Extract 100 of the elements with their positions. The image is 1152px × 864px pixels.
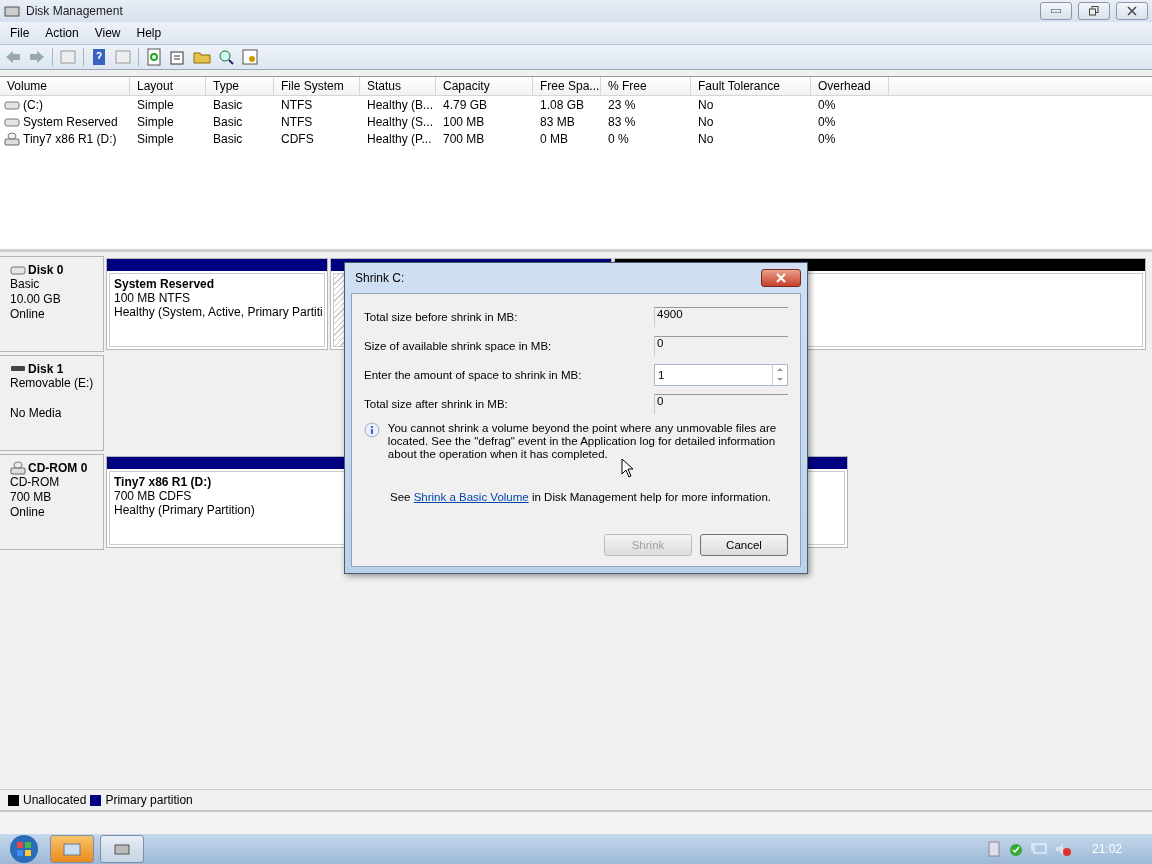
table-cell: No (698, 97, 714, 112)
disk-info: Removable (E:) (10, 376, 94, 391)
table-cell: Tiny7 x86 R1 (D:) (23, 131, 117, 146)
table-cell: Simple (137, 114, 174, 129)
spin-up-icon[interactable] (777, 368, 783, 371)
table-cell: 0% (818, 97, 836, 112)
disk-info: CD-ROM (10, 475, 60, 490)
column-header[interactable]: File System (274, 77, 360, 95)
help-icon[interactable] (90, 48, 108, 66)
table-cell: Basic (213, 131, 243, 146)
partition-info: Healthy (Primary Partition) (114, 503, 255, 517)
table-cell: 4.79 GB (443, 97, 488, 112)
removable-drive-icon (10, 365, 26, 373)
disk-name: Disk 1 (28, 362, 64, 376)
partition-info: 700 MB CDFS (114, 489, 192, 503)
help-link[interactable]: Shrink a Basic Volume (413, 491, 529, 503)
mouse-cursor-icon (621, 458, 635, 478)
column-header[interactable]: Overhead (811, 77, 889, 95)
column-header[interactable]: Layout (130, 77, 206, 95)
partition-title: System Reserved (114, 277, 215, 291)
partition-title: Tiny7 x86 R1 (D:) (114, 475, 212, 489)
column-header[interactable]: Status (360, 77, 436, 95)
properties-icon[interactable] (169, 48, 187, 66)
close-icon (775, 273, 787, 283)
table-cell: No (698, 114, 714, 129)
field-label: Size of available shrink space in MB: (364, 339, 552, 352)
column-header[interactable]: Capacity (436, 77, 533, 95)
spin-down-icon[interactable] (777, 378, 783, 381)
spinner-field[interactable]: 1 (654, 363, 788, 386)
taskbar-button[interactable] (50, 835, 94, 863)
column-header[interactable]: % Free (601, 77, 691, 95)
info-icon (364, 422, 380, 438)
column-header[interactable]: Volume (0, 77, 130, 95)
close-button[interactable] (761, 269, 801, 287)
disk-status: No Media (10, 406, 62, 421)
disk-name: CD-ROM 0 (28, 461, 88, 475)
menu-item[interactable]: File (4, 24, 36, 42)
table-cell: 83 MB (540, 114, 575, 129)
table-cell: Basic (213, 97, 243, 112)
partition-block[interactable]: System Reserved 100 MB NTFS Healthy (System, Active, Primary Partiti (106, 258, 328, 350)
disk-info: 10.00 GB (10, 292, 61, 307)
table-cell: No (698, 131, 714, 146)
search-icon[interactable] (217, 48, 235, 66)
table-cell: Simple (137, 97, 174, 112)
hard-drive-icon (4, 116, 20, 127)
menu-item[interactable]: Help (130, 24, 168, 42)
pane-icon[interactable] (114, 48, 132, 66)
close-button[interactable] (1116, 2, 1148, 20)
table-cell: 0 % (608, 131, 629, 146)
table-cell: 0% (818, 114, 836, 129)
table-cell: 1.08 GB (540, 97, 585, 112)
column-header[interactable]: Type (206, 77, 274, 95)
disk-info: Basic (10, 277, 40, 292)
column-header[interactable]: Free Spa... (533, 77, 601, 95)
table-cell: CDFS (281, 131, 314, 146)
legend-label: Primary partition (105, 793, 193, 807)
restore-icon (1089, 6, 1099, 16)
restore-button[interactable] (1078, 2, 1110, 20)
cd-drive-icon (10, 461, 26, 475)
table-cell: 100 MB (443, 114, 485, 129)
table-cell: 0 MB (540, 131, 568, 146)
window-title: Disk Management (26, 4, 124, 18)
close-icon (1127, 6, 1137, 16)
hard-drive-icon (10, 265, 26, 275)
disk-info: Online (10, 505, 45, 520)
dialog-button[interactable]: Cancel (700, 534, 788, 556)
refresh-icon[interactable] (145, 48, 163, 66)
hard-drive-icon (4, 99, 20, 110)
back-arrow-icon[interactable] (4, 48, 22, 66)
menu-item[interactable]: View (88, 24, 127, 42)
table-cell: 83 % (608, 114, 636, 129)
minimize-button[interactable] (1040, 2, 1072, 20)
taskbar-button[interactable] (100, 835, 144, 863)
muted-speaker-icon[interactable] (1053, 841, 1072, 857)
table-cell: Simple (137, 131, 174, 146)
menu-item[interactable]: Action (39, 24, 85, 42)
field-label: Enter the amount of space to shrink in MB: (364, 368, 582, 381)
table-cell: Healthy (B... (367, 97, 434, 112)
disk-name: Disk 0 (28, 263, 64, 277)
disk-app-icon (4, 4, 20, 18)
disk-info: Online (10, 307, 45, 322)
dialog-title: Shrink C: (355, 271, 405, 285)
readonly-field: 0 (654, 393, 788, 414)
legend-label: Unallocated (23, 793, 87, 807)
help-text: See Shrink a Basic Volume in Disk Management help for more information. (390, 491, 772, 503)
table-cell: 0% (818, 131, 836, 146)
disk-info: 700 MB (10, 490, 52, 505)
document-icon[interactable] (987, 841, 1000, 857)
readonly-field: 4900 (654, 306, 788, 327)
field-label: Total size after shrink in MB: (364, 397, 508, 410)
table-cell: NTFS (281, 114, 313, 129)
forward-arrow-icon[interactable] (28, 48, 46, 66)
table-cell: 700 MB (443, 131, 485, 146)
field-label: Total size before shrink in MB: (364, 310, 518, 323)
console-tree-icon[interactable] (59, 48, 77, 66)
table-cell: Healthy (S... (367, 114, 434, 129)
table-cell: 23 % (608, 97, 636, 112)
disk-app-icon (113, 842, 131, 856)
column-header[interactable]: Fault Tolerance (691, 77, 811, 95)
table-cell: Healthy (P... (367, 131, 432, 146)
